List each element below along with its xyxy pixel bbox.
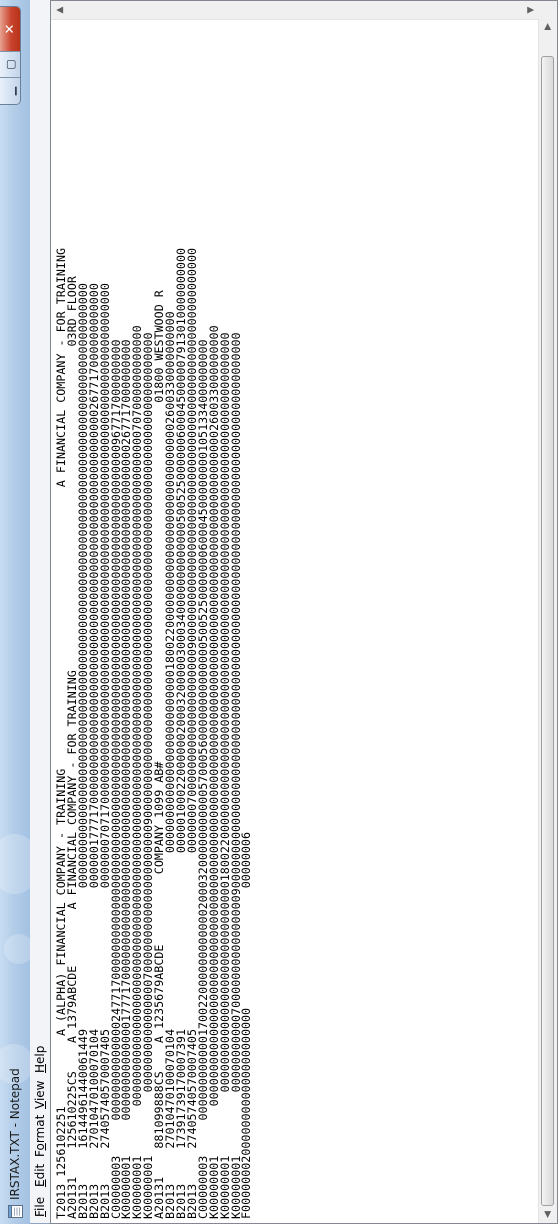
horizontal-scrollbar[interactable]: ◀ ▶ <box>538 18 557 1223</box>
menu-format-label: rmat <box>33 1114 47 1144</box>
window-title: IRSTAX.TXT - Notepad <box>8 1068 22 1200</box>
scroll-down-button[interactable]: ▼ <box>522 1 539 19</box>
menu-view-label: iew <box>33 1080 47 1102</box>
menu-help-mnemonic: H <box>33 1063 47 1073</box>
title-bar[interactable]: IRSTAX.TXT - Notepad ▁ ▢ ✕ <box>0 0 30 1224</box>
menu-view-mnemonic: V <box>33 1101 47 1109</box>
maximize-button[interactable]: ▢ <box>0 52 20 78</box>
arrow-left-icon: ◀ <box>543 1211 553 1218</box>
arrow-down-icon: ▼ <box>525 6 536 14</box>
close-icon: ✕ <box>2 23 18 35</box>
menu-file-label: ile <box>33 1196 47 1211</box>
menu-view[interactable]: View <box>33 1081 47 1109</box>
menu-format-mnemonic: o <box>33 1143 47 1151</box>
scroll-up-button[interactable]: ▲ <box>51 1 68 19</box>
horizontal-scroll-thumb[interactable] <box>541 56 554 1206</box>
menu-edit-mnemonic: E <box>33 1179 47 1187</box>
notepad-icon <box>8 1205 23 1218</box>
scrollbar-corner <box>539 1 557 19</box>
menu-file-mnemonic: F <box>33 1210 47 1217</box>
maximize-icon: ▢ <box>3 59 17 70</box>
arrow-right-icon: ▶ <box>543 23 553 30</box>
menu-edit-label: dit <box>33 1163 47 1180</box>
menu-bar: File Edit Format View Help <box>30 0 50 1224</box>
vertical-scrollbar[interactable]: ▲ ▼ <box>51 1 539 20</box>
text-editor[interactable]: T2013 1256102251 A (ALPHA) FINANCIAL COM… <box>50 0 558 1224</box>
scroll-right-button[interactable]: ▶ <box>539 18 557 35</box>
menu-help-label: elp <box>33 1045 47 1064</box>
document-text[interactable]: T2013 1256102251 A (ALPHA) FINANCIAL COM… <box>54 248 254 1219</box>
menu-format-prefix: F <box>33 1150 47 1157</box>
minimize-icon: ▁ <box>3 86 17 96</box>
close-button[interactable]: ✕ <box>0 7 20 52</box>
menu-file[interactable]: File <box>33 1197 47 1217</box>
notepad-window: IRSTAX.TXT - Notepad ▁ ▢ ✕ File Edit For… <box>0 0 558 1224</box>
menu-format[interactable]: Format <box>33 1115 47 1157</box>
minimize-button[interactable]: ▁ <box>0 78 20 104</box>
menu-help[interactable]: Help <box>33 1046 47 1073</box>
caption-buttons: ▁ ▢ ✕ <box>0 6 21 105</box>
scroll-left-button[interactable]: ◀ <box>539 1206 557 1223</box>
arrow-up-icon: ▲ <box>54 6 65 14</box>
menu-edit[interactable]: Edit <box>33 1164 47 1187</box>
text-line: F00000002000000000000000000000 00000006 <box>239 831 254 1219</box>
